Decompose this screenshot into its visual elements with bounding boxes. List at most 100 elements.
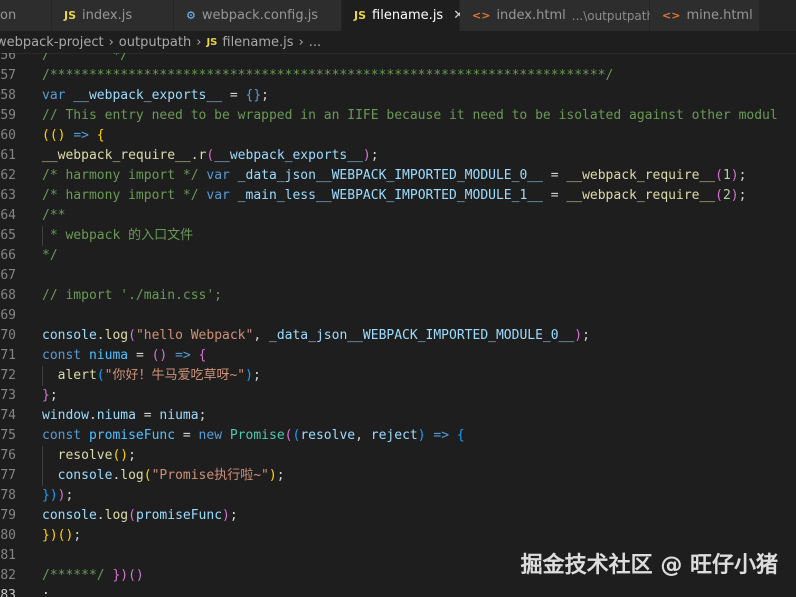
code-token: () (57, 528, 74, 543)
code-token: niuma (96, 408, 144, 423)
code-token: ) (268, 468, 277, 483)
code-token: niuma (81, 348, 136, 363)
code-line[interactable]: 65 * webpack 的入口文件 (0, 226, 796, 246)
code-token: ; (252, 368, 261, 383)
code-token: ) (574, 328, 583, 343)
code-text: * webpack 的入口文件 (42, 226, 193, 246)
code-token: = (143, 408, 160, 423)
code-token: ( (96, 368, 105, 383)
code-line[interactable]: 75 const promiseFunc = new Promise((resol… (0, 426, 796, 446)
js-file-icon: JS (64, 9, 77, 22)
code-line[interactable]: 73}; (0, 386, 796, 406)
code-token: ; (73, 528, 82, 543)
code-line[interactable]: 57 /*************************************… (0, 66, 796, 86)
code-line[interactable]: 60 (() => { (0, 126, 796, 146)
line-number: 68 (0, 288, 16, 303)
code-line[interactable]: 62 /* harmony import */ var _data_json__W… (0, 166, 796, 186)
chevron-right-icon: › (196, 34, 202, 50)
code-line[interactable]: 78})); (0, 486, 796, 506)
tab-index-js[interactable]: JS index.js (52, 0, 174, 31)
tab-webpack-config-js[interactable]: ⚙ webpack.config.js (174, 0, 342, 31)
code-token: __webpack_require__ (566, 188, 716, 203)
code-line[interactable]: 72 alert("你好！牛马爱吃草呀~"); (0, 366, 796, 386)
code-token: /* harmony import */ (42, 168, 207, 183)
tab-label: mine.html (686, 8, 753, 23)
code-token: resolve (42, 448, 113, 463)
tab-filename-js[interactable]: JS filename.js ✕ (342, 0, 464, 31)
code-token: // This entry need to be wrapped in an I… (42, 108, 778, 123)
code-line[interactable]: 80})(); (0, 526, 796, 546)
code-line[interactable]: 58 var __webpack_exports__ = {}; (0, 86, 796, 106)
tab-mine-html[interactable]: <> mine.html (650, 0, 760, 31)
code-line[interactable]: 70 console.log("hello Webpack", _data_jso… (0, 326, 796, 346)
code-line[interactable]: 61 __webpack_require__.r(__webpack_export… (0, 146, 796, 166)
breadcrumb-item[interactable]: ... (309, 35, 321, 50)
code-line[interactable]: 64 /** (0, 206, 796, 226)
code-token: ; (261, 88, 269, 103)
code-token: () (128, 568, 144, 583)
js-file-icon: JS (354, 9, 367, 22)
code-line[interactable]: 63 /* harmony import */ var _main_less__W… (0, 186, 796, 206)
code-editor[interactable]: 56 / */ 57 /*******************************… (0, 53, 796, 597)
html-file-icon: <> (472, 9, 491, 22)
code-token: /** (42, 208, 66, 223)
code-line[interactable]: 83; (0, 586, 796, 597)
code-token: } (42, 388, 50, 403)
code-line[interactable]: 69 (0, 306, 796, 326)
code-token: ; (42, 588, 50, 597)
code-token: ( (128, 508, 136, 523)
code-token: __webpack_exports__ (214, 148, 363, 163)
code-token: new (198, 428, 223, 443)
code-text: console.log(promiseFunc); (42, 506, 238, 526)
line-number: 65 (0, 228, 16, 243)
code-token: 2 (722, 188, 731, 203)
code-token: ; (738, 168, 747, 183)
code-token: var (42, 88, 66, 103)
code-token: niuma (159, 408, 199, 423)
tab-on[interactable]: on (0, 0, 52, 31)
line-number: 56 (0, 53, 16, 63)
tab-label: webpack.config.js (201, 8, 319, 23)
code-token: console (42, 468, 113, 483)
code-token: ) (245, 368, 253, 383)
code-token: /******/ (42, 568, 113, 583)
code-line[interactable]: 79 console.log(promiseFunc); (0, 506, 796, 526)
line-number: 74 (0, 408, 16, 423)
code-token: promiseFunc (81, 428, 183, 443)
code-token: ; (198, 408, 207, 423)
line-number: 80 (0, 528, 16, 543)
code-line[interactable]: 76 resolve(); (0, 446, 796, 466)
line-number: 83 (0, 588, 16, 597)
code-token: => (433, 428, 450, 443)
breadcrumb-item[interactable]: webpack-project (0, 35, 104, 50)
code-token: => (175, 348, 191, 363)
code-line[interactable]: 59 // This entry need to be wrapped in an… (0, 106, 796, 126)
code-token: console (42, 508, 97, 523)
code-token: 1 (722, 168, 731, 183)
code-line[interactable]: 68 // import './main.css'; (0, 286, 796, 306)
code-line[interactable]: 71 const niuma = () => { (0, 346, 796, 366)
line-number: 73 (0, 388, 16, 403)
code-token: ( (715, 188, 723, 203)
code-line[interactable]: 67 (0, 266, 796, 286)
code-line[interactable]: 74 window.niuma = niuma; (0, 406, 796, 426)
code-text: /******/ })() (42, 566, 144, 586)
tab-index-html[interactable]: <> index.html ...\outputpath (460, 0, 654, 31)
code-line[interactable]: 77 console.log("Promise执行啦~"); (0, 466, 796, 486)
tab-label: on (0, 8, 17, 23)
code-text: /** (42, 206, 65, 226)
code-text: console.log("hello Webpack", _data_json_… (42, 326, 590, 346)
code-text: /* harmony import */ var _main_less__WEB… (42, 186, 746, 206)
line-number: 67 (0, 268, 16, 283)
breadcrumb-item[interactable]: outputpath (119, 35, 191, 50)
line-number: 63 (0, 188, 16, 203)
line-number: 60 (0, 128, 16, 143)
tab-description: ...\outputpath (571, 8, 655, 23)
code-line[interactable]: 66 */ (0, 246, 796, 266)
code-token: ; (738, 188, 747, 203)
code-line[interactable]: 56 / */ (0, 53, 796, 66)
code-token: ( (128, 328, 136, 343)
code-token: () (151, 348, 176, 363)
code-token: . (190, 148, 199, 163)
breadcrumb-item[interactable]: filename.js (222, 35, 293, 50)
